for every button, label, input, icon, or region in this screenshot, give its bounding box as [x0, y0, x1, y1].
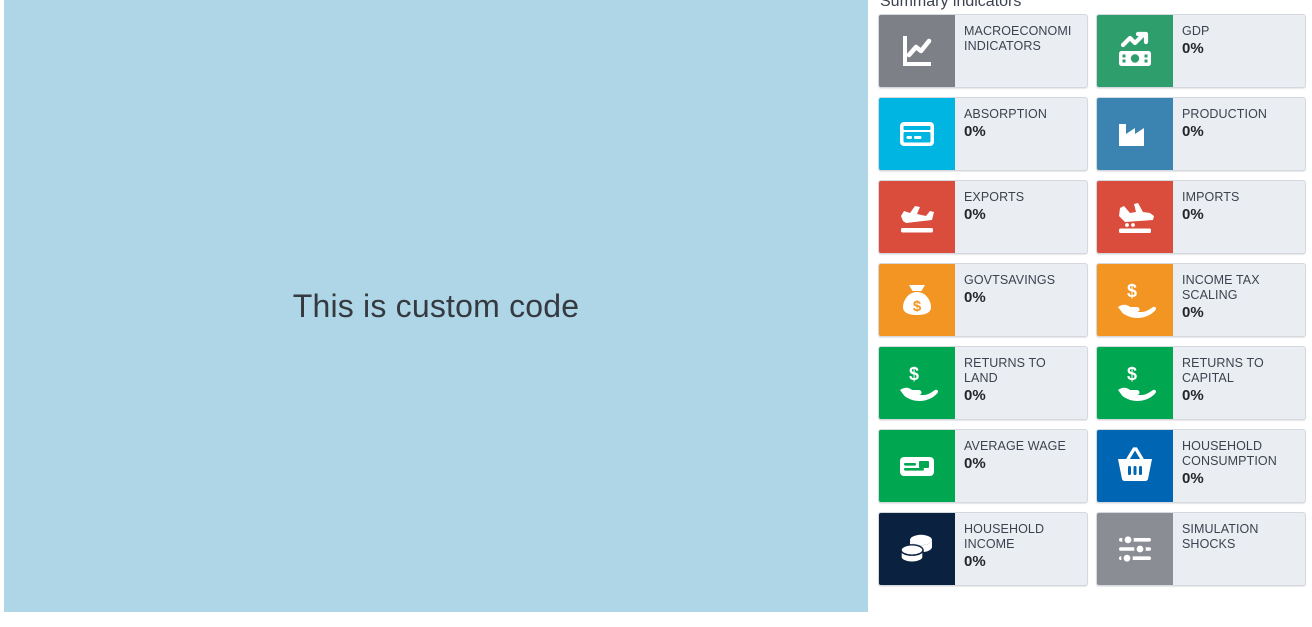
indicator-tile-label: EXPORTS: [964, 190, 1025, 204]
indicator-tile-body: AVERAGE WAGE 0%: [955, 430, 1087, 502]
indicator-tile-value: 0%: [964, 289, 986, 306]
indicator-tile-label: INCOME TAX SCALING: [1182, 273, 1260, 302]
indicator-tile-value: 0%: [964, 123, 986, 140]
indicator-tile-label: MACROECONOMI INDICATORS: [964, 24, 1072, 53]
indicator-tile-value: 0%: [964, 206, 986, 223]
summary-indicators-title: Summary indicators: [880, 0, 1022, 10]
plane-arrival-icon: [1097, 181, 1173, 253]
indicator-tile-label: AVERAGE WAGE: [964, 439, 1066, 453]
indicator-tile-macroeconomic-indicators[interactable]: MACROECONOMI INDICATORS: [878, 14, 1088, 88]
indicator-tile-value: 0%: [1182, 304, 1204, 321]
indicator-tile-absorption[interactable]: ABSORPTION 0%: [878, 97, 1088, 171]
custom-code-panel: This is custom code: [4, 0, 868, 612]
indicator-tile-value: 0%: [964, 455, 986, 472]
indicator-tile-body: HOUSEHOLD CONSUMPTION 0%: [1173, 430, 1305, 502]
indicator-tile-body: GOVTSAVINGS 0%: [955, 264, 1087, 336]
indicator-tile-label: RETURNS TO LAND: [964, 356, 1046, 385]
hand-holding-dollar-icon: $: [879, 347, 955, 419]
indicator-tile-label: IMPORTS: [1182, 190, 1240, 204]
indicator-tile-body: RETURNS TO CAPITAL 0%: [1173, 347, 1305, 419]
indicator-tile-body: RETURNS TO LAND 0%: [955, 347, 1087, 419]
id-card-icon: [879, 430, 955, 502]
indicator-tile-govtsavings[interactable]: $ GOVTSAVINGS 0%: [878, 263, 1088, 337]
credit-card-icon: [879, 98, 955, 170]
indicator-tile-body: EXPORTS 0%: [955, 181, 1087, 253]
indicator-tile-body: ABSORPTION 0%: [955, 98, 1087, 170]
sliders-icon: [1097, 513, 1173, 585]
indicator-tile-body: INCOME TAX SCALING 0%: [1173, 264, 1305, 336]
hand-holding-dollar-icon: $: [1097, 264, 1173, 336]
indicator-tile-value: 0%: [964, 553, 986, 570]
app-screen: This is custom code Summary indicators M…: [0, 0, 1312, 627]
indicator-tile-body: PRODUCTION 0%: [1173, 98, 1305, 170]
svg-text:$: $: [913, 298, 922, 315]
summary-indicator-grid: MACROECONOMI INDICATORS GDP 0% ABSORPTION 0%…: [878, 14, 1308, 586]
indicator-tile-label: RETURNS TO CAPITAL: [1182, 356, 1264, 385]
summary-indicators-panel: Summary indicators MACROECONOMI INDICATO…: [878, 0, 1308, 627]
money-bag-icon: $: [879, 264, 955, 336]
indicator-tile-value: 0%: [1182, 470, 1204, 487]
indicator-tile-label: PRODUCTION: [1182, 107, 1268, 121]
indicator-tile-imports[interactable]: IMPORTS 0%: [1096, 180, 1306, 254]
indicator-tile-label: ABSORPTION: [964, 107, 1047, 121]
indicator-tile-label: SIMULATION SHOCKS: [1182, 522, 1259, 551]
indicator-tile-average-wage[interactable]: AVERAGE WAGE 0%: [878, 429, 1088, 503]
indicator-tile-body: SIMULATION SHOCKS: [1173, 513, 1305, 585]
plane-departure-icon: [879, 181, 955, 253]
indicator-tile-returns-to-capital[interactable]: $ RETURNS TO CAPITAL 0%: [1096, 346, 1306, 420]
indicator-tile-production[interactable]: PRODUCTION 0%: [1096, 97, 1306, 171]
indicator-tile-household-income[interactable]: HOUSEHOLD INCOME 0%: [878, 512, 1088, 586]
indicator-tile-exports[interactable]: EXPORTS 0%: [878, 180, 1088, 254]
indicator-tile-label: GDP: [1182, 24, 1210, 38]
indicator-tile-body: HOUSEHOLD INCOME 0%: [955, 513, 1087, 585]
indicator-tile-value: 0%: [1182, 387, 1204, 404]
indicator-tile-value: 0%: [964, 387, 986, 404]
indicator-tile-label: HOUSEHOLD CONSUMPTION: [1182, 439, 1277, 468]
indicator-tile-simulation-shocks[interactable]: SIMULATION SHOCKS: [1096, 512, 1306, 586]
coins-stack-icon: [879, 513, 955, 585]
line-chart-icon: [879, 15, 955, 87]
indicator-tile-label: HOUSEHOLD INCOME: [964, 522, 1045, 551]
indicator-tile-body: MACROECONOMI INDICATORS: [955, 15, 1087, 87]
money-bill-trend-icon: [1097, 15, 1173, 87]
indicator-tile-value: 0%: [1182, 206, 1204, 223]
svg-text:$: $: [1127, 364, 1137, 384]
indicator-tile-value: 0%: [1182, 123, 1204, 140]
indicator-tile-gdp[interactable]: GDP 0%: [1096, 14, 1306, 88]
shopping-basket-icon: [1097, 430, 1173, 502]
indicator-tile-income-tax-scaling[interactable]: $ INCOME TAX SCALING 0%: [1096, 263, 1306, 337]
factory-icon: [1097, 98, 1173, 170]
custom-code-text: This is custom code: [292, 287, 580, 324]
svg-text:$: $: [1127, 281, 1137, 301]
indicator-tile-value: 0%: [1182, 40, 1204, 57]
indicator-tile-returns-to-land[interactable]: $ RETURNS TO LAND 0%: [878, 346, 1088, 420]
hand-holding-dollar-icon: $: [1097, 347, 1173, 419]
indicator-tile-household-consumption[interactable]: HOUSEHOLD CONSUMPTION 0%: [1096, 429, 1306, 503]
indicator-tile-label: GOVTSAVINGS: [964, 273, 1056, 287]
indicator-tile-body: IMPORTS 0%: [1173, 181, 1305, 253]
svg-text:$: $: [909, 364, 919, 384]
indicator-tile-body: GDP 0%: [1173, 15, 1305, 87]
